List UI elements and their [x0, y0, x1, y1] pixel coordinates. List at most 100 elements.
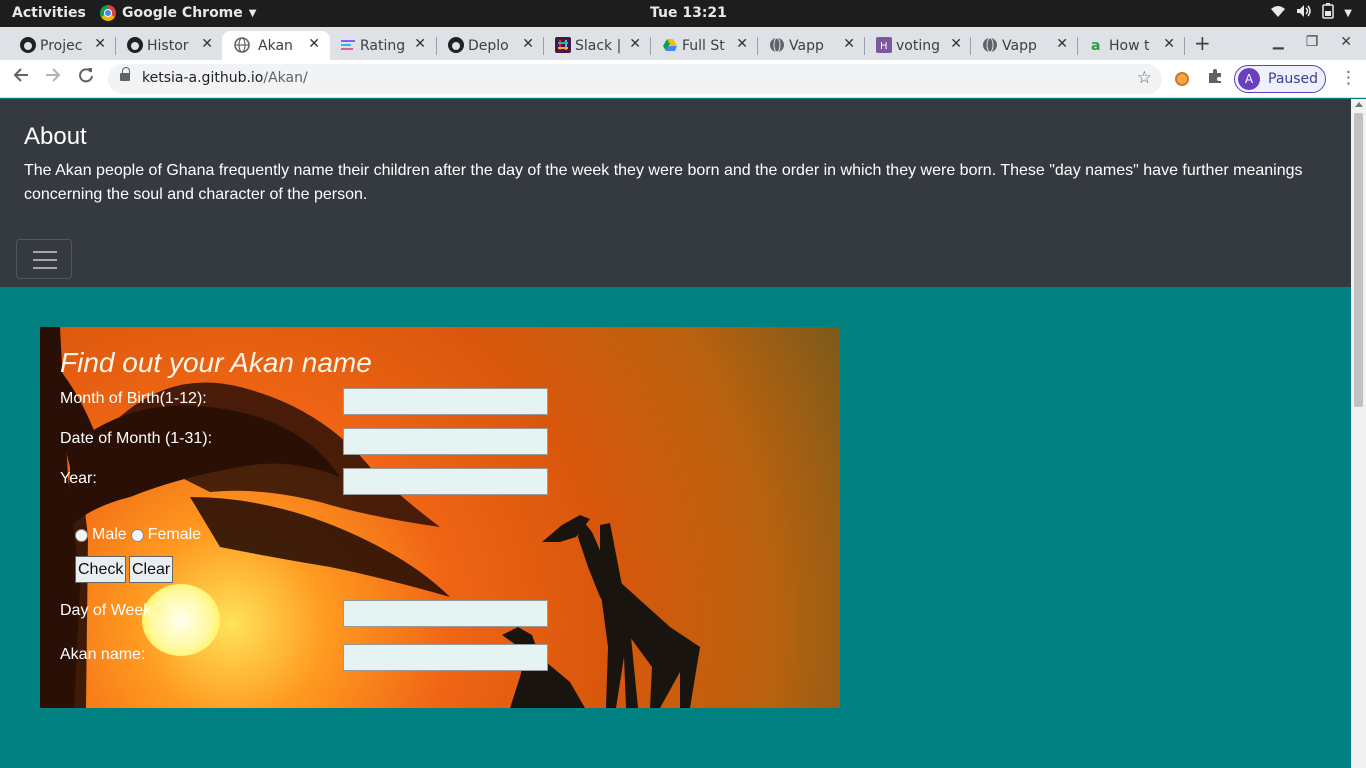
url-text[interactable]: ketsia-a.github.io/Akan/ — [142, 70, 308, 86]
system-tray[interactable]: ▼ — [1270, 3, 1352, 23]
close-icon[interactable]: ✕ — [94, 36, 106, 52]
tab-vapp-1[interactable]: Vapp ✕ — [769, 31, 855, 60]
heroku-icon: H — [876, 37, 892, 53]
tab-title: Rating — [360, 37, 406, 54]
akan-name-output[interactable] — [343, 644, 548, 671]
tab-rating[interactable]: Rating ✕ — [340, 31, 426, 60]
svg-text:H: H — [880, 41, 888, 52]
close-icon[interactable]: ✕ — [522, 36, 534, 52]
tab-title: voting — [896, 37, 940, 54]
male-label: Male — [92, 526, 127, 543]
close-icon[interactable]: ✕ — [950, 36, 962, 52]
profile-button[interactable]: A Paused — [1234, 65, 1326, 93]
gender-radio-group: Male Female — [75, 526, 201, 544]
bookmark-star-icon[interactable]: ☆ — [1137, 68, 1152, 88]
close-icon[interactable]: ✕ — [736, 36, 748, 52]
tab-akan-active[interactable]: Akan N ✕ — [222, 31, 330, 60]
clear-button[interactable]: Clear — [129, 556, 174, 583]
month-input[interactable] — [343, 388, 548, 415]
answers-icon: a — [1089, 37, 1105, 54]
date-input[interactable] — [343, 428, 548, 455]
close-icon[interactable]: ✕ — [308, 36, 320, 52]
female-label: Female — [147, 526, 202, 543]
close-icon[interactable]: ✕ — [1056, 36, 1068, 52]
tab-title: Histor — [147, 37, 189, 54]
day-of-week-label: Day of Week: — [60, 602, 156, 619]
lock-icon[interactable] — [120, 67, 130, 83]
scrollbar-thumb[interactable] — [1354, 113, 1363, 407]
hamburger-icon — [33, 251, 57, 253]
close-icon[interactable]: ✕ — [843, 36, 855, 52]
male-radio[interactable] — [75, 528, 88, 542]
address-bar[interactable]: ketsia-a.github.io/Akan/ ☆ — [108, 64, 1162, 94]
page-scrollbar[interactable] — [1351, 99, 1366, 768]
close-window-icon[interactable]: ✕ — [1340, 34, 1352, 50]
tab-title: Akan N — [258, 37, 296, 54]
browser-toolbar: ketsia-a.github.io/Akan/ ☆ — [0, 60, 1366, 98]
year-input[interactable] — [343, 468, 548, 495]
date-label: Date of Month (1-31): — [60, 430, 213, 447]
clock[interactable]: Tue 13:21 — [650, 5, 727, 21]
svg-text:a: a — [1091, 38, 1100, 53]
page-title: About — [24, 123, 87, 150]
month-label: Month of Birth(1-12): — [60, 390, 207, 407]
globe-icon — [982, 37, 998, 53]
puzzle-extensions-icon[interactable] — [1207, 68, 1223, 89]
app-menu[interactable]: Google Chrome ▼ — [100, 5, 256, 21]
tab-projec[interactable]: Projec ✕ — [20, 31, 106, 60]
female-radio[interactable] — [130, 528, 144, 542]
system-top-bar: Activities Google Chrome ▼ Tue 13:21 ▼ — [0, 0, 1366, 27]
tab-title: Vapp — [1002, 37, 1037, 54]
minimize-icon[interactable]: ▁ — [1273, 34, 1284, 50]
close-icon[interactable]: ✕ — [414, 36, 426, 52]
form-title: Find out your Akan name — [60, 347, 372, 378]
check-button[interactable]: Check — [75, 556, 127, 583]
close-icon[interactable]: ✕ — [629, 36, 641, 52]
new-tab-button[interactable]: + — [1194, 31, 1211, 55]
activities-button[interactable]: Activities — [12, 5, 86, 21]
github-icon — [448, 37, 464, 53]
tab-title: Full St — [682, 37, 725, 54]
tab-deplo[interactable]: Deplo ✕ — [448, 31, 534, 60]
window-controls: ▁ ❐ ✕ — [1273, 34, 1352, 50]
akan-form-card: Find out your Akan name Month of Birth(1… — [40, 327, 840, 708]
tab-voting[interactable]: H voting ✕ — [876, 31, 962, 60]
tab-strip: Projec ✕ Histor ✕ Akan N ✕ Rating ✕ Depl… — [0, 27, 1366, 60]
about-header: About The Akan people of Ghana frequentl… — [0, 99, 1351, 287]
tab-title: Slack | — [575, 37, 622, 54]
about-description: The Akan people of Ghana frequently name… — [24, 162, 1303, 203]
forward-icon[interactable] — [45, 67, 61, 88]
year-label: Year: — [60, 470, 97, 487]
kebab-menu-icon[interactable]: ⋮ — [1340, 68, 1357, 88]
close-icon[interactable]: ✕ — [1163, 36, 1175, 52]
reload-icon[interactable] — [78, 67, 94, 88]
extension-icon[interactable] — [1175, 72, 1189, 86]
tab-title: Deplo — [468, 37, 509, 54]
github-icon — [20, 37, 36, 53]
chrome-icon — [100, 5, 116, 21]
day-of-week-output[interactable] — [343, 600, 548, 627]
tab-full-st[interactable]: Full St ✕ — [662, 31, 748, 60]
globe-icon — [234, 37, 250, 53]
slack-icon — [555, 37, 571, 53]
tab-histor[interactable]: Histor ✕ — [127, 31, 213, 60]
url-host: ketsia-a.github.io — [142, 70, 264, 86]
drive-icon — [662, 37, 678, 53]
tab-title: How t — [1109, 37, 1150, 54]
chevron-down-icon: ▼ — [248, 7, 257, 19]
github-icon — [127, 37, 143, 53]
restore-icon[interactable]: ❐ — [1306, 34, 1319, 50]
akan-name-label: Akan name: — [60, 646, 146, 663]
scroll-up-arrow-icon[interactable] — [1355, 102, 1363, 107]
sun-graphic — [142, 584, 220, 656]
tab-vapp-2[interactable]: Vapp ✕ — [982, 31, 1068, 60]
close-icon[interactable]: ✕ — [201, 36, 213, 52]
navbar-toggle-button[interactable] — [16, 239, 72, 279]
tab-title: Projec — [40, 37, 83, 54]
back-icon[interactable] — [13, 67, 29, 88]
avatar: A — [1238, 68, 1260, 90]
tab-slack[interactable]: Slack | ✕ — [555, 31, 641, 60]
url-path: /Akan/ — [263, 70, 308, 86]
volume-icon — [1296, 4, 1312, 22]
tab-how-t[interactable]: a How t ✕ — [1089, 31, 1175, 60]
